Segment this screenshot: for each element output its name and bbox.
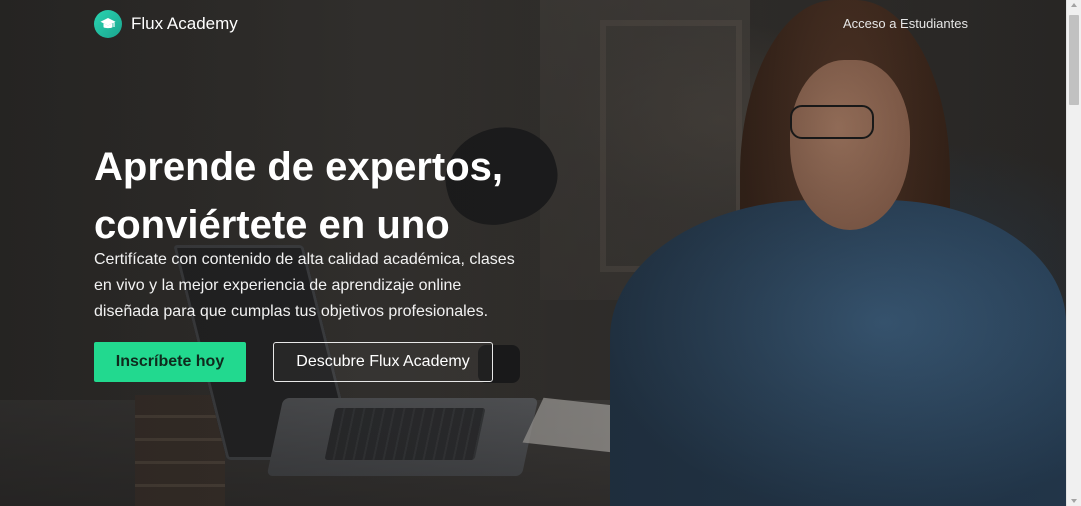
hero-subtitle: Certifícate con contenido de alta calida… — [94, 251, 515, 320]
scroll-down-arrow-icon[interactable] — [1071, 499, 1077, 503]
hero-title-line-2: conviértete en uno — [94, 203, 450, 247]
hero-title: Aprende de expertos, conviértete en uno — [94, 138, 564, 254]
enroll-today-button[interactable]: Inscríbete hoy — [94, 342, 246, 382]
top-navbar: Flux Academy Acceso a Estudiantes — [0, 0, 1066, 48]
vertical-scrollbar[interactable] — [1066, 0, 1081, 506]
page-viewport: Flux Academy Acceso a Estudiantes Aprend… — [0, 0, 1066, 506]
discover-flux-button[interactable]: Descubre Flux Academy — [273, 342, 493, 382]
brand-home-link[interactable]: Flux Academy — [94, 10, 238, 38]
student-access-link[interactable]: Acceso a Estudiantes — [843, 16, 968, 31]
brand-name: Flux Academy — [131, 14, 238, 33]
scroll-up-arrow-icon[interactable] — [1071, 3, 1077, 7]
graduation-cap-icon — [94, 10, 122, 38]
scroll-thumb[interactable] — [1069, 15, 1079, 105]
hero-title-line-1: Aprende de expertos, — [94, 145, 504, 189]
